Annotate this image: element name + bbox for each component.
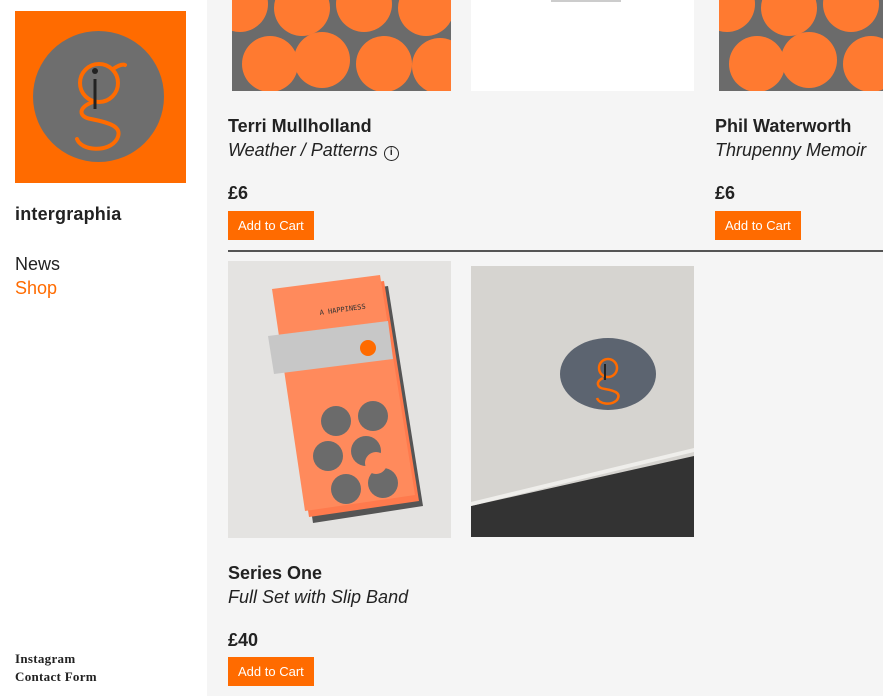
product-title: Thrupenny Memoir: [715, 140, 867, 160]
product-author[interactable]: Terri Mullholland: [228, 116, 372, 137]
product-author[interactable]: Phil Waterworth: [715, 116, 851, 137]
add-to-cart-button[interactable]: Add to Cart: [228, 657, 314, 686]
shop-grid: Terri Mullholland Weather / Patterns i £6…: [207, 0, 883, 696]
book-text-line: [551, 0, 621, 2]
logo-circle: [33, 31, 164, 162]
product-image[interactable]: [719, 0, 883, 91]
product-title: Weather / Patterns i: [228, 140, 399, 161]
product-author[interactable]: Series One: [228, 563, 322, 584]
product-image[interactable]: [232, 0, 451, 91]
product-price: £6: [715, 183, 736, 203]
product-image[interactable]: [471, 0, 694, 91]
logo-g-icon: [75, 62, 127, 151]
product-title-text: Weather / Patterns: [228, 140, 378, 160]
contact-form-link[interactable]: Contact Form: [15, 668, 97, 686]
product-price: £6: [228, 183, 249, 203]
nav-shop[interactable]: Shop: [15, 276, 60, 300]
cover-detail-illustration: [471, 338, 694, 537]
product-image[interactable]: A HAPPINESS: [228, 261, 451, 538]
sidebar: intergraphia News Shop Instagram Contact…: [0, 0, 207, 696]
row-divider: [228, 250, 883, 252]
instagram-link[interactable]: Instagram: [15, 650, 97, 668]
site-name[interactable]: intergraphia: [15, 204, 121, 225]
product-image[interactable]: [471, 266, 694, 537]
nav-news[interactable]: News: [15, 252, 60, 276]
footer-links: Instagram Contact Form: [15, 650, 97, 686]
main-nav: News Shop: [15, 252, 60, 300]
book-stack-illustration: A HAPPINESS: [268, 275, 423, 523]
add-to-cart-button[interactable]: Add to Cart: [715, 211, 801, 240]
info-icon[interactable]: i: [383, 146, 399, 161]
add-to-cart-button[interactable]: Add to Cart: [228, 211, 314, 240]
product-price: £40: [228, 630, 259, 650]
product-title: Full Set with Slip Band: [228, 587, 409, 607]
site-logo[interactable]: [15, 11, 186, 183]
